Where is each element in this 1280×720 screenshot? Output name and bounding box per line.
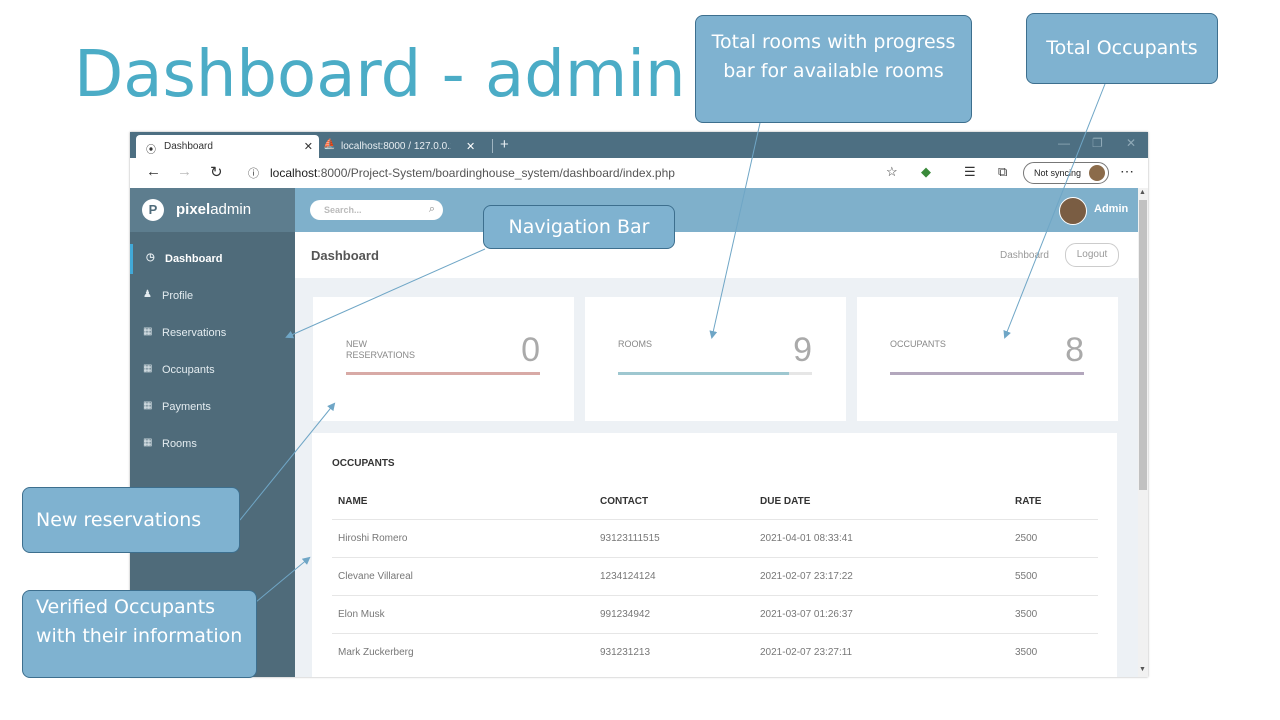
callout-verified-occupants: Verified Occupants with their informatio…: [22, 590, 257, 678]
callout-new-reservations: New reservations: [22, 487, 240, 553]
callout-total-rooms: Total rooms with progress bar for availa…: [695, 15, 972, 123]
rooms-arrow: [709, 122, 761, 339]
reservations-arrow: [239, 402, 336, 521]
callout-navigation-bar: Navigation Bar: [483, 205, 675, 249]
navigation-arrow: [285, 248, 486, 339]
occupants-arrow: [1003, 83, 1106, 339]
callout-total-occupants: Total Occupants: [1026, 13, 1218, 84]
verified-arrow: [255, 556, 311, 603]
